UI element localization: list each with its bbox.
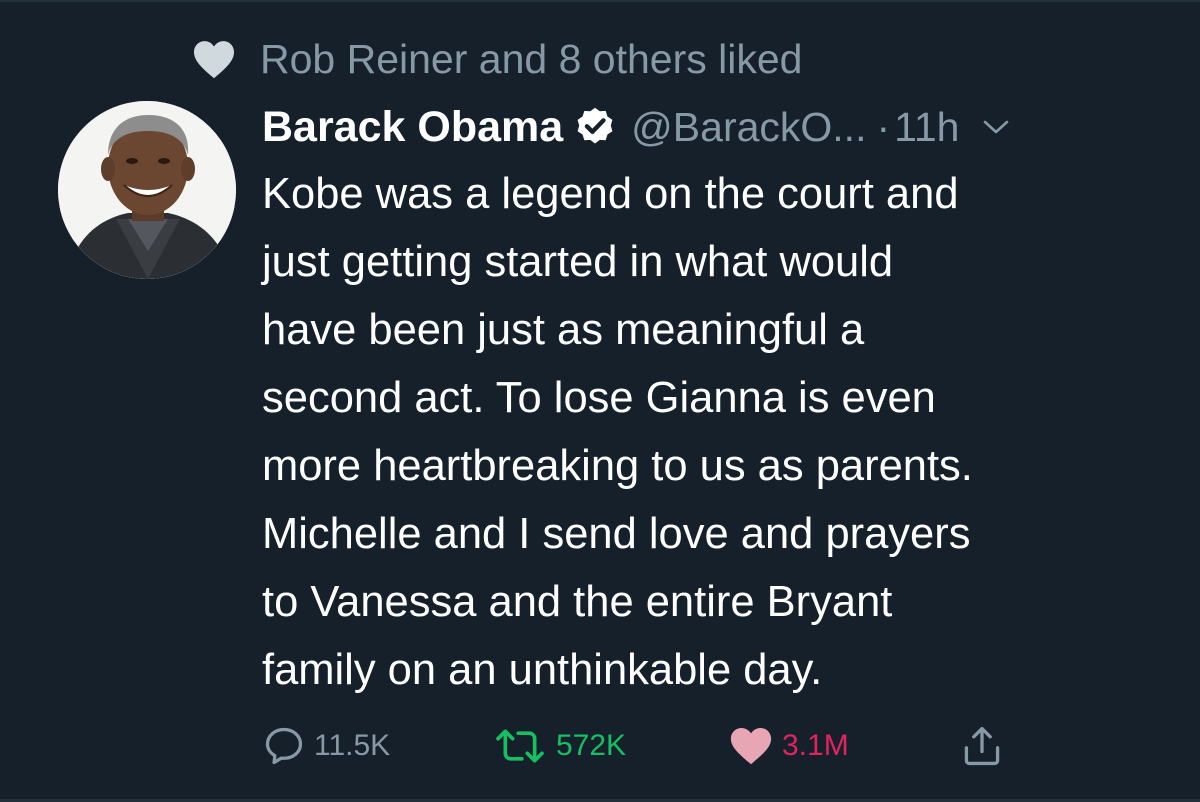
verified-icon xyxy=(577,107,613,144)
tweet-text-line: more heartbreaking to us as parents. xyxy=(262,442,973,490)
heart-icon xyxy=(730,727,772,765)
action-bar: 11.5K 572K 3.1M xyxy=(262,722,1022,770)
heart-icon xyxy=(194,41,234,79)
chevron-down-icon[interactable] xyxy=(982,117,1010,137)
share-button[interactable] xyxy=(960,722,1004,770)
tweet-header: Barack Obama @BarackO... · 11h xyxy=(262,98,1010,156)
separator-dot: · xyxy=(876,103,891,150)
social-context[interactable]: Rob Reiner and 8 others liked xyxy=(192,36,802,82)
retweet-icon xyxy=(496,729,544,763)
tweet-text-line: have been just as meaningful a xyxy=(262,306,865,354)
tweet-text-line: second act. To lose Gianna is even xyxy=(262,374,936,422)
top-divider xyxy=(0,0,1200,2)
handle[interactable]: @BarackO... xyxy=(631,104,866,151)
tweet-text-line: just getting started in what would xyxy=(262,238,894,286)
timestamp[interactable]: 11h xyxy=(894,104,959,151)
avatar[interactable] xyxy=(58,101,236,279)
tweet-text: Kobe was a legend on the court and just … xyxy=(262,160,1182,704)
retweet-count: 572K xyxy=(556,729,627,762)
like-button[interactable]: 3.1M xyxy=(728,722,849,770)
tweet-text-line: Michelle and I send love and prayers xyxy=(262,510,971,558)
tweet-text-line: Kobe was a legend on the court and xyxy=(262,170,959,218)
share-icon xyxy=(964,726,1000,766)
avatar-image xyxy=(58,101,236,279)
tweet-text-line: family on an unthinkable day. xyxy=(262,646,823,694)
tweet-card[interactable]: Rob Reiner and 8 others liked Barack Oba… xyxy=(0,0,1200,802)
reply-icon xyxy=(265,727,303,765)
display-name[interactable]: Barack Obama xyxy=(262,103,563,152)
social-context-text: Rob Reiner and 8 others liked xyxy=(260,35,803,82)
like-count: 3.1M xyxy=(782,729,849,762)
reply-count: 11.5K xyxy=(314,729,391,762)
tweet-text-line: to Vanessa and the entire Bryant xyxy=(262,578,893,626)
reply-button[interactable]: 11.5K xyxy=(262,722,390,770)
retweet-button[interactable]: 572K xyxy=(492,722,626,770)
